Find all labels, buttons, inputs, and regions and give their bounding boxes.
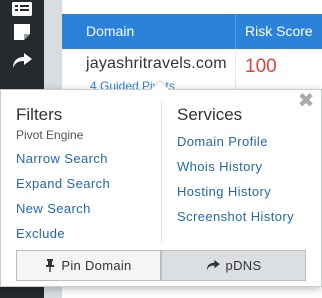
note-icon	[14, 24, 30, 40]
filters-heading: Filters	[16, 105, 63, 124]
pdns-label: pDNS	[225, 258, 262, 273]
domain-cell[interactable]: jayashritravels.com	[86, 55, 227, 73]
expand-search-link[interactable]: Expand Search	[16, 176, 110, 191]
hosting-history-link[interactable]: Hosting History	[177, 184, 271, 199]
exclude-link[interactable]: Exclude	[16, 226, 65, 241]
sidebar-note-button[interactable]	[0, 17, 44, 47]
services-section: Services Domain Profile Whois History Ho…	[177, 105, 317, 224]
services-heading: Services	[177, 105, 243, 124]
pdns-button[interactable]: pDNS	[161, 250, 306, 281]
sidebar-share-button[interactable]	[0, 46, 44, 76]
filters-subheading: Pivot Engine	[16, 128, 84, 142]
screenshot-history-link[interactable]: Screenshot History	[177, 209, 294, 224]
section-divider	[161, 102, 162, 242]
share-arrow-icon	[206, 260, 220, 271]
screen: Domain Risk Score jayashritravels.com 10…	[0, 0, 322, 298]
risk-score-column-header[interactable]: Risk Score	[245, 14, 313, 49]
pin-icon	[46, 259, 55, 272]
domain-actions-popover: ✖ Filters Pivot Engine Narrow Search Exp…	[0, 89, 322, 287]
list-icon	[12, 2, 32, 16]
risk-score-cell: 100	[245, 56, 277, 77]
pin-domain-button[interactable]: Pin Domain	[16, 250, 161, 281]
table-header: Domain Risk Score	[62, 14, 322, 49]
whois-history-link[interactable]: Whois History	[177, 159, 262, 174]
pin-domain-label: Pin Domain	[61, 258, 132, 273]
filters-section: Filters Pivot Engine Narrow Search Expan…	[16, 105, 156, 241]
domain-profile-link[interactable]: Domain Profile	[177, 134, 268, 149]
share-arrow-icon	[13, 53, 32, 68]
column-divider	[235, 14, 236, 49]
popover-caret-fill	[151, 81, 169, 90]
domain-column-header[interactable]: Domain	[86, 14, 134, 49]
narrow-search-link[interactable]: Narrow Search	[16, 151, 108, 166]
new-search-link[interactable]: New Search	[16, 201, 91, 216]
